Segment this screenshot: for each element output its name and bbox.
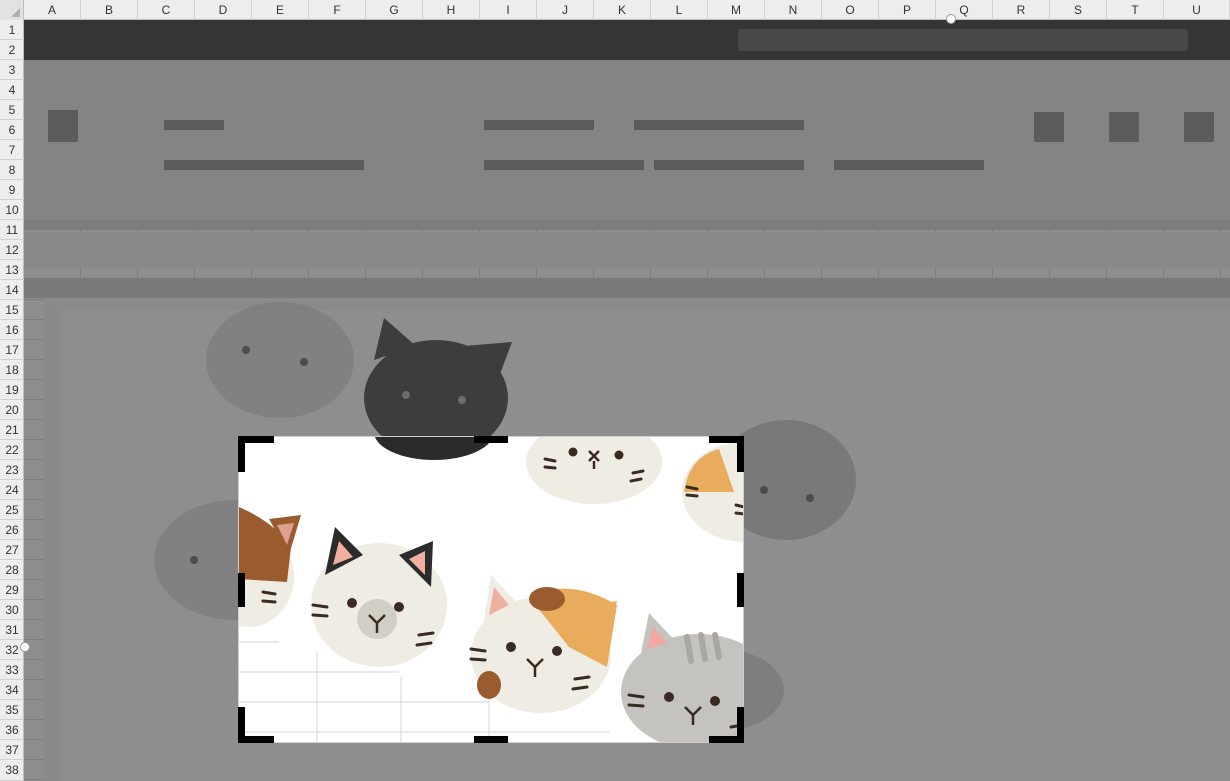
column-header-n[interactable]: N xyxy=(765,0,822,20)
column-header-r[interactable]: R xyxy=(993,0,1050,20)
column-header-o[interactable]: O xyxy=(822,0,879,20)
crop-handle-top[interactable] xyxy=(474,436,508,443)
row-header[interactable]: 38 xyxy=(0,760,24,781)
row-header[interactable]: 5 xyxy=(0,100,24,120)
row-header[interactable]: 21 xyxy=(0,420,24,440)
row-header[interactable]: 35 xyxy=(0,700,24,720)
column-header-t[interactable]: T xyxy=(1107,0,1164,20)
picture-side-handle[interactable] xyxy=(20,642,30,652)
row-header[interactable]: 11 xyxy=(0,220,24,240)
row-header[interactable]: 22 xyxy=(0,440,24,460)
row-header[interactable]: 16 xyxy=(0,320,24,340)
crop-handle-right[interactable] xyxy=(737,573,744,607)
select-all-button[interactable] xyxy=(0,0,24,20)
column-header-d[interactable]: D xyxy=(195,0,252,20)
row-header[interactable]: 23 xyxy=(0,460,24,480)
row-header[interactable]: 26 xyxy=(0,520,24,540)
column-header-i[interactable]: I xyxy=(480,0,537,20)
column-header-h[interactable]: H xyxy=(423,0,480,20)
row-header[interactable]: 4 xyxy=(0,80,24,100)
crop-handle-left[interactable] xyxy=(238,573,245,607)
column-header-bar: A B C D E F G H I J K L M N O P Q R S T … xyxy=(0,0,1230,20)
column-header-u[interactable]: U xyxy=(1164,0,1230,20)
row-header[interactable]: 30 xyxy=(0,600,24,620)
column-header-f[interactable]: F xyxy=(309,0,366,20)
row-header[interactable]: 7 xyxy=(0,140,24,160)
row-header[interactable]: 33 xyxy=(0,660,24,680)
row-header[interactable]: 25 xyxy=(0,500,24,520)
row-header[interactable]: 34 xyxy=(0,680,24,700)
crop-region[interactable] xyxy=(238,436,744,743)
row-header[interactable]: 8 xyxy=(0,160,24,180)
row-header[interactable]: 19 xyxy=(0,380,24,400)
row-header[interactable]: 3 xyxy=(0,60,24,80)
row-header[interactable]: 31 xyxy=(0,620,24,640)
row-header[interactable]: 37 xyxy=(0,740,24,760)
row-header[interactable]: 24 xyxy=(0,480,24,500)
row-header[interactable]: 20 xyxy=(0,400,24,420)
row-header[interactable]: 28 xyxy=(0,560,24,580)
row-header[interactable]: 6 xyxy=(0,120,24,140)
column-header-k[interactable]: K xyxy=(594,0,651,20)
column-header-c[interactable]: C xyxy=(138,0,195,20)
row-header[interactable]: 27 xyxy=(0,540,24,560)
column-header-b[interactable]: B xyxy=(81,0,138,20)
spreadsheet-grid[interactable]: A B C D E F G H I J K L M N O P Q R S T … xyxy=(0,0,1230,781)
row-header-bar: 1 2 3 4 5 6 7 8 9 10 11 12 13 14 15 16 1… xyxy=(0,20,24,781)
cat-faces-picture xyxy=(239,437,743,742)
column-header-a[interactable]: A xyxy=(24,0,81,20)
column-header-j[interactable]: J xyxy=(537,0,594,20)
column-header-g[interactable]: G xyxy=(366,0,423,20)
picture-rotate-handle[interactable] xyxy=(946,14,956,24)
crop-handle-bottom[interactable] xyxy=(474,736,508,743)
row-header[interactable]: 2 xyxy=(0,40,24,60)
row-header[interactable]: 9 xyxy=(0,180,24,200)
row-header[interactable]: 15 xyxy=(0,300,24,320)
row-header[interactable]: 12 xyxy=(0,240,24,260)
row-header[interactable]: 1 xyxy=(0,20,24,40)
row-header[interactable]: 13 xyxy=(0,260,24,280)
column-header-s[interactable]: S xyxy=(1050,0,1107,20)
column-header-e[interactable]: E xyxy=(252,0,309,20)
column-header-q[interactable]: Q xyxy=(936,0,993,20)
row-header[interactable]: 17 xyxy=(0,340,24,360)
row-header[interactable]: 36 xyxy=(0,720,24,740)
row-header[interactable]: 29 xyxy=(0,580,24,600)
column-header-m[interactable]: M xyxy=(708,0,765,20)
column-header-l[interactable]: L xyxy=(651,0,708,20)
row-header[interactable]: 10 xyxy=(0,200,24,220)
column-header-p[interactable]: P xyxy=(879,0,936,20)
row-header[interactable]: 18 xyxy=(0,360,24,380)
row-header[interactable]: 14 xyxy=(0,280,24,300)
